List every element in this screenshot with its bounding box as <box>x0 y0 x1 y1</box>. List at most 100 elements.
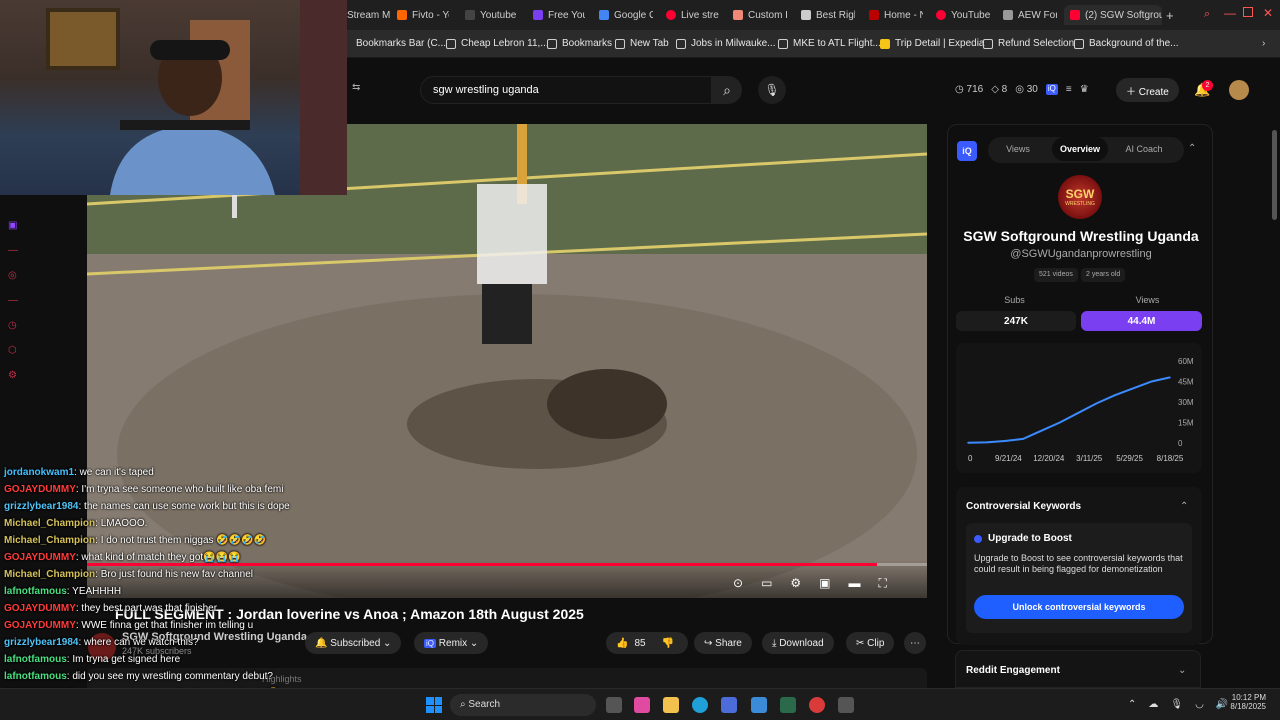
chat-username[interactable]: Michael_Champion <box>4 518 95 529</box>
sidebar-icon[interactable]: — <box>8 295 18 306</box>
collapse-icon[interactable]: ⌃ <box>1180 501 1188 512</box>
search-tabs-icon[interactable]: ⌕ <box>1204 8 1210 21</box>
maximize-icon[interactable] <box>1243 7 1253 17</box>
app-icon[interactable] <box>838 697 854 713</box>
clock[interactable]: 10:12 PM 8/18/2025 <box>1224 693 1266 711</box>
microphone-icon[interactable]: 🎙 <box>758 76 786 104</box>
bookmark-item[interactable]: Cheap Lebron 11,... <box>446 38 549 49</box>
tab-4[interactable]: Google G <box>599 5 653 25</box>
share-button[interactable]: ↪ Share <box>694 632 752 654</box>
page-scrollbar[interactable] <box>1272 130 1277 220</box>
chat-username[interactable]: Michael_Champion <box>4 535 95 546</box>
copilot-icon[interactable] <box>634 697 650 713</box>
store-icon[interactable] <box>721 697 737 713</box>
avatar[interactable] <box>1229 80 1249 100</box>
chat-username[interactable]: GOJAYDUMMY <box>4 620 76 631</box>
chevron-down-icon[interactable]: ⌄ <box>1178 665 1186 676</box>
tab-icon <box>533 10 543 20</box>
chrome-icon[interactable] <box>809 697 825 713</box>
clip-button[interactable]: ✂ Clip <box>846 632 895 654</box>
tab-10[interactable]: AEW Forr <box>1003 5 1057 25</box>
views-value[interactable]: 44.4M <box>1081 311 1202 331</box>
chat-username[interactable]: Michael_Champion <box>4 569 95 580</box>
minimize-icon[interactable]: — <box>1224 6 1236 20</box>
tab-overview[interactable]: Overview <box>1052 137 1108 161</box>
tab-3[interactable]: Free You <box>533 5 585 25</box>
dislike-icon[interactable]: 👎 <box>662 638 674 649</box>
more-actions-button[interactable]: ⋯ <box>904 632 926 654</box>
wifi-icon[interactable]: ◡ <box>1195 699 1204 710</box>
chat-username[interactable]: jordanokwam1 <box>4 467 74 478</box>
tab-1[interactable]: Fivto - Yo <box>397 5 449 25</box>
bookmark-item[interactable]: Bookmarks Bar (C... <box>356 38 446 49</box>
sidebar-icon[interactable]: ◷ <box>8 320 18 331</box>
bookmark-item[interactable]: MKE to ATL Flight... <box>778 38 881 49</box>
chat-username[interactable]: lafnotfamous <box>4 654 67 665</box>
chevron-up-icon[interactable]: ⌃ <box>1128 699 1136 710</box>
tab-active[interactable]: (2) SGW Softgroun <box>1064 5 1162 25</box>
collapse-icon[interactable]: ⌃ <box>1188 143 1196 154</box>
bookmark-item[interactable]: Bookmarks <box>547 38 612 49</box>
sidebar-icon[interactable]: — <box>8 245 18 256</box>
search-button[interactable]: ⌕ <box>712 76 742 104</box>
bookmark-item[interactable]: Background of the... <box>1074 38 1179 49</box>
like-icon[interactable]: 👍 <box>616 638 628 649</box>
captions-icon[interactable]: ▭ <box>761 576 772 591</box>
remix-button[interactable]: iQ Remix ⌄ <box>414 632 489 654</box>
chat-username[interactable]: GOJAYDUMMY <box>4 603 76 614</box>
vidiq-stats[interactable]: ◷ 716 ◇ 8 ◎ 30 iQ ≡ ♛ <box>955 84 1089 95</box>
app-icon[interactable] <box>780 697 796 713</box>
chat-username[interactable]: GOJAYDUMMY <box>4 552 76 563</box>
create-button[interactable]: ＋ Create <box>1116 78 1179 102</box>
chat-username[interactable]: grizzlybear1984 <box>4 637 79 648</box>
settings-icon[interactable]: ⚙ <box>790 576 801 591</box>
new-tab-icon[interactable]: + <box>1166 8 1174 23</box>
expedia-icon <box>880 38 890 49</box>
settings-icon[interactable]: ⚙ <box>8 370 18 381</box>
edge-icon[interactable] <box>692 697 708 713</box>
fullscreen-icon[interactable]: ⛶ <box>879 576 887 591</box>
app-icon[interactable] <box>751 697 767 713</box>
taskbar-search[interactable]: ⌕ Search <box>450 694 596 716</box>
tab-2[interactable]: Youtube <box>465 5 519 25</box>
chat-username[interactable]: grizzlybear1984 <box>4 501 79 512</box>
twitch-icon[interactable]: ▣ <box>8 220 18 231</box>
tab-5[interactable]: Live stre <box>666 5 720 25</box>
tab-9[interactable]: YouTube <box>936 5 990 25</box>
menu-icon[interactable]: ⇆ <box>352 82 360 93</box>
autoplay-toggle-icon[interactable]: ⊙ <box>733 576 743 591</box>
tab-views[interactable]: Views <box>992 137 1044 161</box>
chat-username[interactable]: GOJAYDUMMY <box>4 484 76 495</box>
theater-icon[interactable]: ▬ <box>849 576 861 591</box>
close-icon[interactable]: ✕ <box>1263 6 1273 20</box>
task-view-icon[interactable] <box>606 697 622 713</box>
bookmark-item[interactable]: Trip Detail | Expedia <box>880 38 985 49</box>
microphone-icon[interactable]: 🎙 <box>1170 699 1183 710</box>
tab-0[interactable]: Stream M <box>347 5 393 25</box>
unlock-keywords-button[interactable]: Unlock controversial keywords <box>974 595 1184 619</box>
download-button[interactable]: ⤓ Download <box>762 632 834 654</box>
windows-start-icon[interactable] <box>426 697 442 713</box>
tab-ai-coach[interactable]: AI Coach <box>1116 137 1172 161</box>
sidebar-icon[interactable]: ◎ <box>8 270 18 281</box>
reddit-card[interactable]: Reddit Engagement ⌄ <box>955 650 1201 688</box>
search-input[interactable] <box>421 77 671 103</box>
chevron-right-icon[interactable]: › <box>1262 38 1265 49</box>
chat-username[interactable]: lafnotfamous <box>4 586 67 597</box>
bookmark-item[interactable]: Jobs in Milwauke... <box>676 38 775 49</box>
miniplayer-icon[interactable]: ▣ <box>819 576 830 591</box>
x-tick-label: 12/20/24 <box>1033 454 1065 463</box>
file-explorer-icon[interactable] <box>663 697 679 713</box>
system-tray[interactable]: ⌃ ☁ 🎙 ◡ 🔊 <box>1128 699 1228 710</box>
sidebar-icon[interactable]: ⬡ <box>8 345 18 356</box>
bookmark-item[interactable]: Refund Selection <box>983 38 1074 49</box>
tab-8[interactable]: Home - N <box>869 5 923 25</box>
chat-message: Michael_Champion: LMAOOO. <box>4 518 147 529</box>
tab-7[interactable]: Best Righ <box>801 5 855 25</box>
bookmark-item[interactable]: New Tab <box>615 38 669 49</box>
chat-username[interactable]: lafnotfamous <box>4 671 67 682</box>
tab-icon <box>465 10 475 20</box>
subs-value[interactable]: 247K <box>956 311 1076 331</box>
cloud-icon[interactable]: ☁ <box>1148 699 1158 710</box>
tab-6[interactable]: Custom E <box>733 5 787 25</box>
